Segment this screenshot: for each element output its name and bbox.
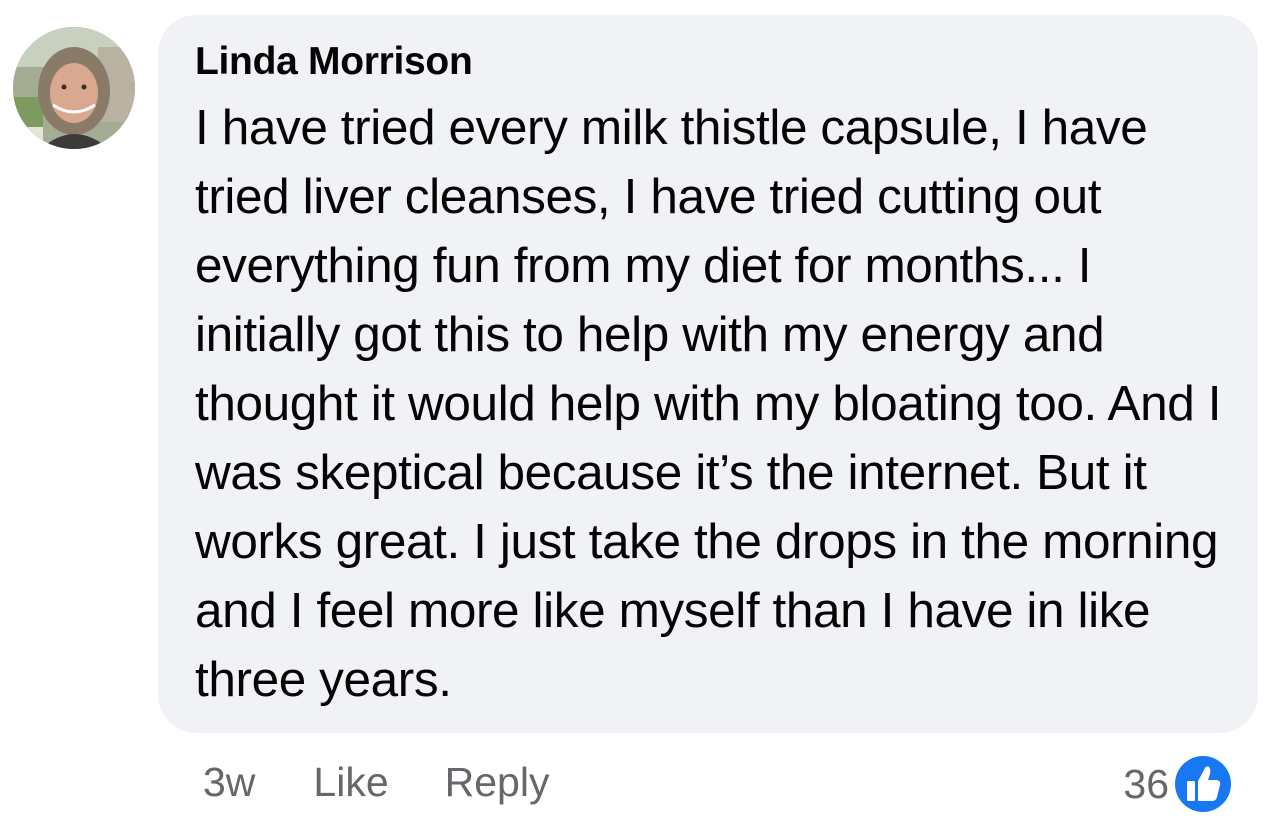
avatar-photo (13, 27, 135, 149)
comment-bubble: Linda Morrison I have tried every milk t… (158, 15, 1258, 733)
timestamp[interactable]: 3w (203, 759, 255, 806)
like-button[interactable]: Like (313, 759, 388, 806)
author-name[interactable]: Linda Morrison (195, 39, 1234, 85)
avatar[interactable] (13, 27, 135, 149)
reply-button[interactable]: Reply (445, 759, 550, 806)
reactions-summary[interactable]: 36 (1123, 752, 1235, 816)
comment-text: I have tried every milk thistle capsule,… (195, 100, 1222, 707)
comment: Linda Morrison I have tried every milk t… (0, 0, 1273, 832)
comment-actions: 3w Like Reply (203, 752, 549, 812)
reaction-count: 36 (1123, 760, 1169, 807)
thumbs-up-icon (1172, 753, 1234, 815)
